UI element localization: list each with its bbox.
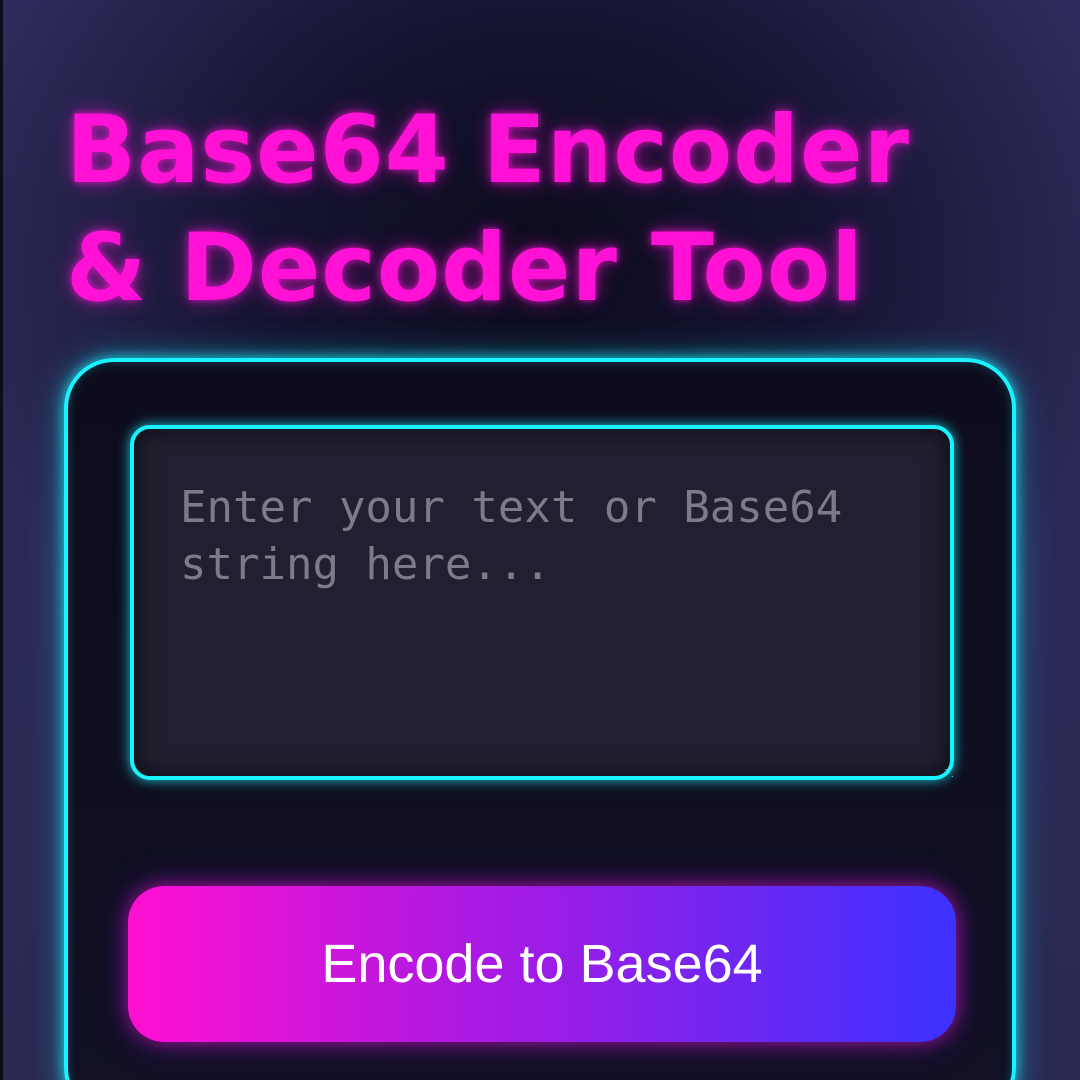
encode-button[interactable]: Encode to Base64 [128,886,956,1042]
page-edge [0,0,3,1080]
page-title: Base64 Encoder & Decoder Tool [66,96,910,323]
text-input[interactable] [130,425,954,780]
resize-handle-icon[interactable]: ⋱ [944,769,954,779]
